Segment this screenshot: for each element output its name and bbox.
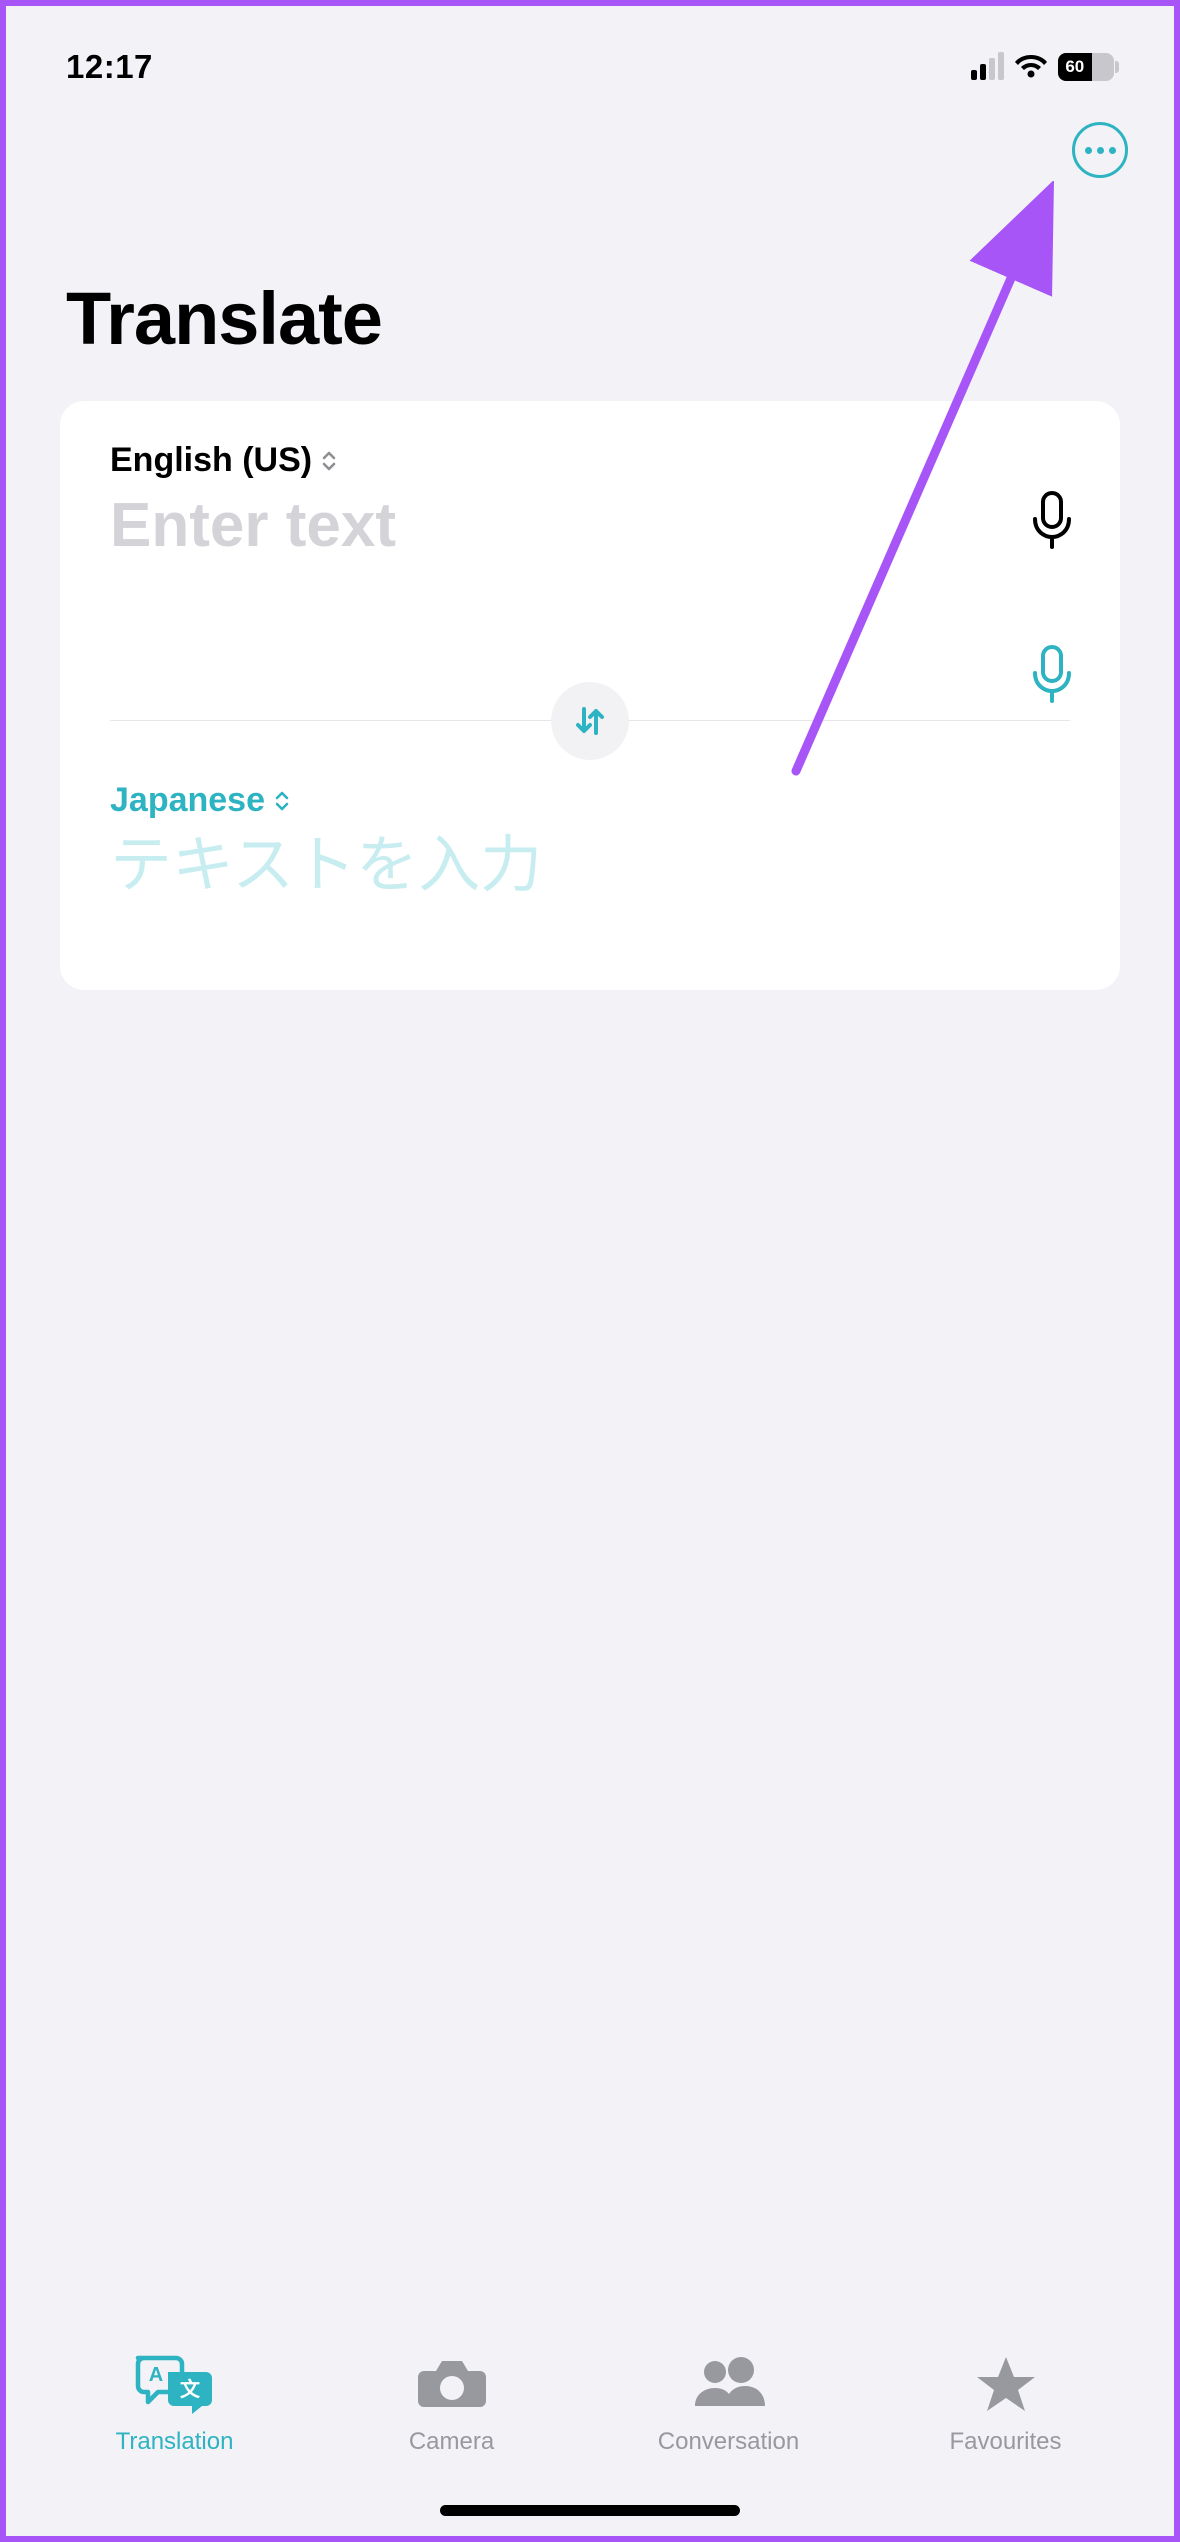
chevron-updown-icon — [320, 449, 338, 473]
source-microphone-button[interactable] — [1030, 491, 1074, 556]
tab-translation[interactable]: A 文 Translation — [75, 2350, 275, 2456]
tab-label: Favourites — [949, 2428, 1061, 2456]
tab-label: Camera — [409, 2428, 494, 2456]
target-microphone-button[interactable] — [1030, 645, 1074, 710]
camera-icon — [416, 2350, 488, 2418]
microphone-icon — [1030, 645, 1074, 705]
conversation-icon — [689, 2350, 769, 2418]
swap-arrows-icon — [570, 701, 610, 741]
cellular-signal-icon — [971, 54, 1004, 80]
app-screen: 12:17 60 Translate — [6, 6, 1174, 2536]
more-options-button[interactable] — [1072, 122, 1128, 178]
source-language-selector[interactable]: English (US) — [110, 441, 1070, 480]
star-icon — [975, 2350, 1037, 2418]
page-title: Translate — [66, 196, 1114, 391]
status-bar: 12:17 60 — [6, 6, 1174, 106]
tab-camera[interactable]: Camera — [352, 2350, 552, 2456]
tab-label: Translation — [116, 2428, 234, 2456]
svg-text:A: A — [148, 2364, 162, 2386]
swap-languages-button[interactable] — [551, 682, 629, 760]
microphone-icon — [1030, 491, 1074, 551]
header: Translate — [6, 106, 1174, 391]
translate-card: English (US) Enter text — [60, 401, 1120, 990]
source-language-label: English (US) — [110, 441, 312, 480]
tab-favourites[interactable]: Favourites — [906, 2350, 1106, 2456]
battery-level: 60 — [1058, 53, 1092, 81]
translation-icon: A 文 — [132, 2350, 218, 2418]
tab-label: Conversation — [658, 2428, 799, 2456]
language-divider — [110, 720, 1070, 721]
tab-conversation[interactable]: Conversation — [629, 2350, 829, 2456]
wifi-icon — [1014, 52, 1048, 83]
battery-icon: 60 — [1058, 53, 1114, 81]
source-text-input[interactable]: Enter text — [110, 492, 1070, 560]
home-indicator[interactable] — [440, 2505, 740, 2516]
ellipsis-icon — [1085, 147, 1092, 154]
target-language-selector[interactable]: Japanese — [110, 781, 1070, 820]
target-language-label: Japanese — [110, 781, 265, 820]
chevron-updown-icon — [273, 789, 291, 813]
svg-text:文: 文 — [180, 2377, 201, 2401]
target-text-input[interactable]: テキストを入力 — [110, 832, 1070, 900]
status-time: 12:17 — [66, 48, 153, 86]
status-indicators: 60 — [971, 52, 1114, 83]
